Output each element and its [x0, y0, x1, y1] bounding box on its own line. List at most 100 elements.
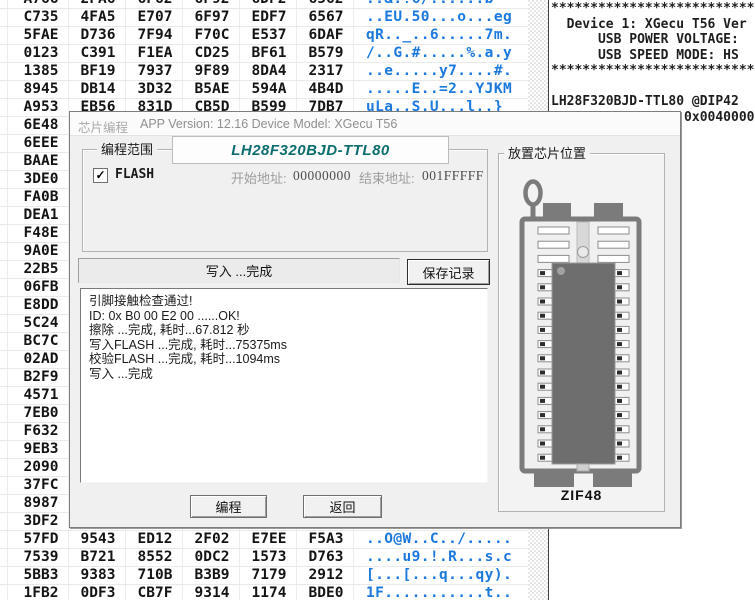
hex-cell[interactable]: 6F92: [184, 0, 241, 7]
hex-cell[interactable]: 5BB3: [13, 567, 70, 583]
hex-cell[interactable]: 2317: [298, 63, 355, 79]
hex-row[interactable]: C7354FA5E7076F97EDF76567..EU.50...o...eg: [0, 8, 548, 27]
hex-row[interactable]: 57FD9543ED122F02E7EEF5A3..O@W..C../.....: [0, 530, 548, 549]
hex-cell[interactable]: BF19: [70, 63, 127, 79]
hex-cell[interactable]: FA0B: [13, 189, 70, 205]
hex-cell[interactable]: 6DF2: [241, 0, 298, 7]
hex-cell[interactable]: 6F97: [184, 9, 241, 25]
hex-cell[interactable]: D763: [298, 549, 355, 565]
hex-cell[interactable]: 8987: [13, 495, 70, 511]
hex-cell[interactable]: DEA1: [13, 207, 70, 223]
hex-cell[interactable]: 8945: [13, 81, 70, 97]
hex-cell[interactable]: A953: [13, 99, 70, 115]
hex-cell[interactable]: BAAE: [13, 153, 70, 169]
hex-cell[interactable]: 7539: [13, 549, 70, 565]
hex-cell[interactable]: ED12: [127, 531, 184, 547]
hex-cell[interactable]: 6562: [298, 0, 355, 7]
hex-cell[interactable]: CB7F: [127, 585, 184, 600]
dialog-titlebar[interactable]: 芯片编程 APP Version: 12.16 Device Model: XG…: [70, 112, 680, 136]
hex-cell[interactable]: E537: [241, 27, 298, 43]
hex-cell[interactable]: E8DD: [13, 297, 70, 313]
hex-cell[interactable]: 2912: [298, 567, 355, 583]
hex-cell[interactable]: 8DA4: [241, 63, 298, 79]
hex-cell[interactable]: 22B5: [13, 261, 70, 277]
hex-cell[interactable]: 5FAE: [13, 27, 70, 43]
hex-cell[interactable]: 2F02: [184, 531, 241, 547]
hex-cell[interactable]: 2FA6: [70, 0, 127, 7]
hex-cell[interactable]: 1FB2: [13, 585, 70, 600]
save-record-button[interactable]: 保存记录: [407, 259, 490, 285]
hex-cell[interactable]: C391: [70, 45, 127, 61]
flash-checkbox[interactable]: ✓: [93, 168, 108, 183]
hex-cell[interactable]: D736: [70, 27, 127, 43]
hex-cell[interactable]: F70C: [184, 27, 241, 43]
hex-cell[interactable]: E707: [127, 9, 184, 25]
hex-cell[interactable]: 6E48: [13, 117, 70, 133]
hex-cell[interactable]: 7F94: [127, 27, 184, 43]
hex-cell[interactable]: F632: [13, 423, 70, 439]
hex-cell[interactable]: 3D32: [127, 81, 184, 97]
hex-cell[interactable]: B721: [70, 549, 127, 565]
hex-cell[interactable]: 37FC: [13, 477, 70, 493]
hex-row[interactable]: 7539B72185520DC21573D763....u9.!.R...s.c: [0, 548, 548, 567]
hex-cell[interactable]: 0DF3: [70, 585, 127, 600]
hex-cell[interactable]: EDF7: [241, 9, 298, 25]
hex-cell[interactable]: 9543: [70, 531, 127, 547]
hex-cell[interactable]: 1385: [13, 63, 70, 79]
hex-cell[interactable]: 594A: [241, 81, 298, 97]
hex-cell[interactable]: B579: [298, 45, 355, 61]
hex-cell[interactable]: 6DAF: [298, 27, 355, 43]
hex-row[interactable]: 1FB20DF3CB7F93141174BDE01F...........t..: [0, 584, 548, 600]
hex-cell[interactable]: 0DC2: [184, 549, 241, 565]
hex-cell[interactable]: 9A0E: [13, 243, 70, 259]
hex-cell[interactable]: C735: [13, 9, 70, 25]
hex-cell[interactable]: 9383: [70, 567, 127, 583]
hex-cell[interactable]: 0123: [13, 45, 70, 61]
hex-cell[interactable]: 7EB0: [13, 405, 70, 421]
hex-cell[interactable]: BF61: [241, 45, 298, 61]
hex-cell[interactable]: CD25: [184, 45, 241, 61]
hex-cell[interactable]: 1573: [241, 549, 298, 565]
hex-cell[interactable]: B2F9: [13, 369, 70, 385]
hex-cell[interactable]: 9314: [184, 585, 241, 600]
hex-cell[interactable]: 3DE0: [13, 171, 70, 187]
hex-row[interactable]: 0123C391F1EACD25BF61B579/..G.#.....%.a.y: [0, 44, 548, 63]
hex-cell[interactable]: 6567: [298, 9, 355, 25]
log-line: 校验FLASH ...完成, 耗时...1094ms: [89, 352, 487, 367]
hex-cell[interactable]: 9F89: [184, 63, 241, 79]
hex-cell[interactable]: 5C24: [13, 315, 70, 331]
hex-cell[interactable]: 6EEE: [13, 135, 70, 151]
hex-cell[interactable]: E7EE: [241, 531, 298, 547]
hex-row[interactable]: 1385BF1979379F898DA42317..e.....y7....#.: [0, 62, 548, 81]
hex-cell[interactable]: 8552: [127, 549, 184, 565]
hex-row[interactable]: 8945DB143D32B5AE594A4B4D.....E..=2..YJKM: [0, 80, 548, 99]
hex-cell[interactable]: F1EA: [127, 45, 184, 61]
hex-cell[interactable]: 4571: [13, 387, 70, 403]
hex-cell[interactable]: B3B9: [184, 567, 241, 583]
hex-cell[interactable]: 02AD: [13, 351, 70, 367]
hex-cell[interactable]: 9EB3: [13, 441, 70, 457]
hex-cell[interactable]: 7179: [241, 567, 298, 583]
chip-name: LH28F320BJD-TTL80: [231, 142, 390, 159]
hex-cell[interactable]: 6F62: [127, 0, 184, 7]
hex-cell[interactable]: 06FB: [13, 279, 70, 295]
hex-cell[interactable]: 7937: [127, 63, 184, 79]
hex-cell[interactable]: F5A3: [298, 531, 355, 547]
hex-cell[interactable]: BC7C: [13, 333, 70, 349]
hex-cell[interactable]: 1174: [241, 585, 298, 600]
hex-cell[interactable]: 2090: [13, 459, 70, 475]
hex-cell[interactable]: A766: [13, 0, 70, 7]
hex-cell[interactable]: 4FA5: [70, 9, 127, 25]
hex-cell[interactable]: F48E: [13, 225, 70, 241]
hex-cell[interactable]: 4B4D: [298, 81, 355, 97]
hex-cell[interactable]: BDE0: [298, 585, 355, 600]
back-button[interactable]: 返回: [303, 495, 382, 518]
program-button[interactable]: 编程: [190, 495, 267, 518]
hex-row[interactable]: 5BB39383710BB3B971792912[...[...q...qy).: [0, 566, 548, 585]
hex-cell[interactable]: 3DF2: [13, 513, 70, 529]
hex-cell[interactable]: DB14: [70, 81, 127, 97]
hex-cell[interactable]: 710B: [127, 567, 184, 583]
hex-cell[interactable]: 57FD: [13, 531, 70, 547]
hex-cell[interactable]: B5AE: [184, 81, 241, 97]
hex-row[interactable]: 5FAED7367F94F70CE5376DAFqR.._..6.....7m.: [0, 26, 548, 45]
